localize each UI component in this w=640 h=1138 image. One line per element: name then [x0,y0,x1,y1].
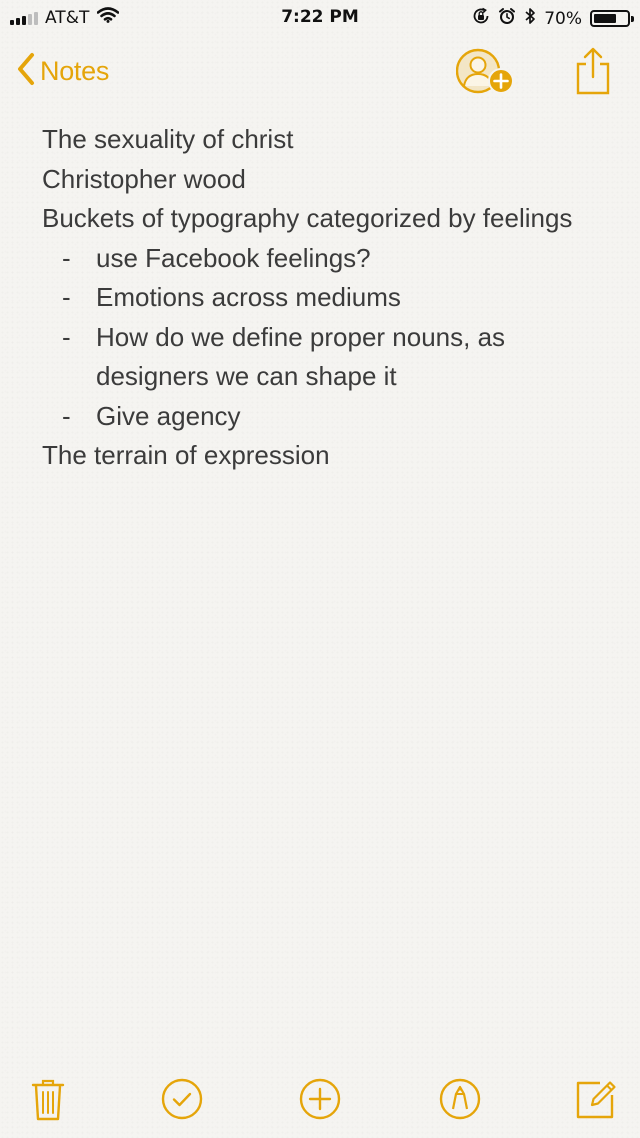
chevron-left-icon [16,52,36,91]
delete-note-button[interactable] [24,1076,72,1126]
add-people-button[interactable] [455,47,518,97]
bullet-text: How do we define proper nouns, as design… [96,321,506,392]
compose-new-note-button[interactable] [572,1076,620,1126]
orientation-lock-icon [472,7,490,30]
checklist-icon [160,1077,204,1126]
bullet-item: - Emotions across mediums [42,278,602,318]
share-icon [574,47,612,99]
battery-percent: 70% [544,8,582,29]
bullet-text: Give agency [96,400,241,431]
add-icon [298,1077,342,1126]
compose-icon [574,1077,618,1126]
note-line: Christopher wood [42,163,246,194]
bluetooth-icon [524,7,536,30]
note-line: The sexuality of christ [42,124,294,154]
bullet-text: use Facebook feelings? [96,242,371,273]
bullet-item: - How do we define proper nouns, as desi… [42,318,602,397]
alarm-icon [498,7,516,30]
back-label: Notes [40,56,110,86]
add-attachment-button[interactable] [296,1076,344,1126]
bullet-dash: - [62,282,71,312]
bullet-dash: - [62,321,71,352]
bullet-item: - use Facebook feelings? [42,239,602,279]
share-button[interactable] [574,47,612,95]
note-body[interactable]: The sexuality of christ Christopher wood… [42,120,602,476]
note-line: Buckets of typography categorized by fee… [42,203,573,233]
back-to-notes-button[interactable]: Notes [16,52,109,91]
bullet-dash: - [62,400,71,431]
bullet-dash: - [62,242,71,273]
bullet-item: - Give agency [42,397,602,437]
bottom-toolbar [0,1076,640,1126]
bullet-text: Emotions across mediums [96,282,401,312]
battery-icon [590,10,634,27]
status-right: 70% [472,7,634,30]
markup-icon [438,1077,482,1126]
status-bar: AT&T 7:22 PM 70% [0,0,640,36]
battery-level-fill [594,14,617,23]
note-line: The terrain of expression [42,440,330,470]
trash-icon [31,1077,65,1126]
markup-button[interactable] [436,1076,484,1126]
bullet-list: - use Facebook feelings? - Emotions acro… [42,239,602,437]
checklist-button[interactable] [158,1076,206,1126]
add-person-icon [455,48,518,101]
